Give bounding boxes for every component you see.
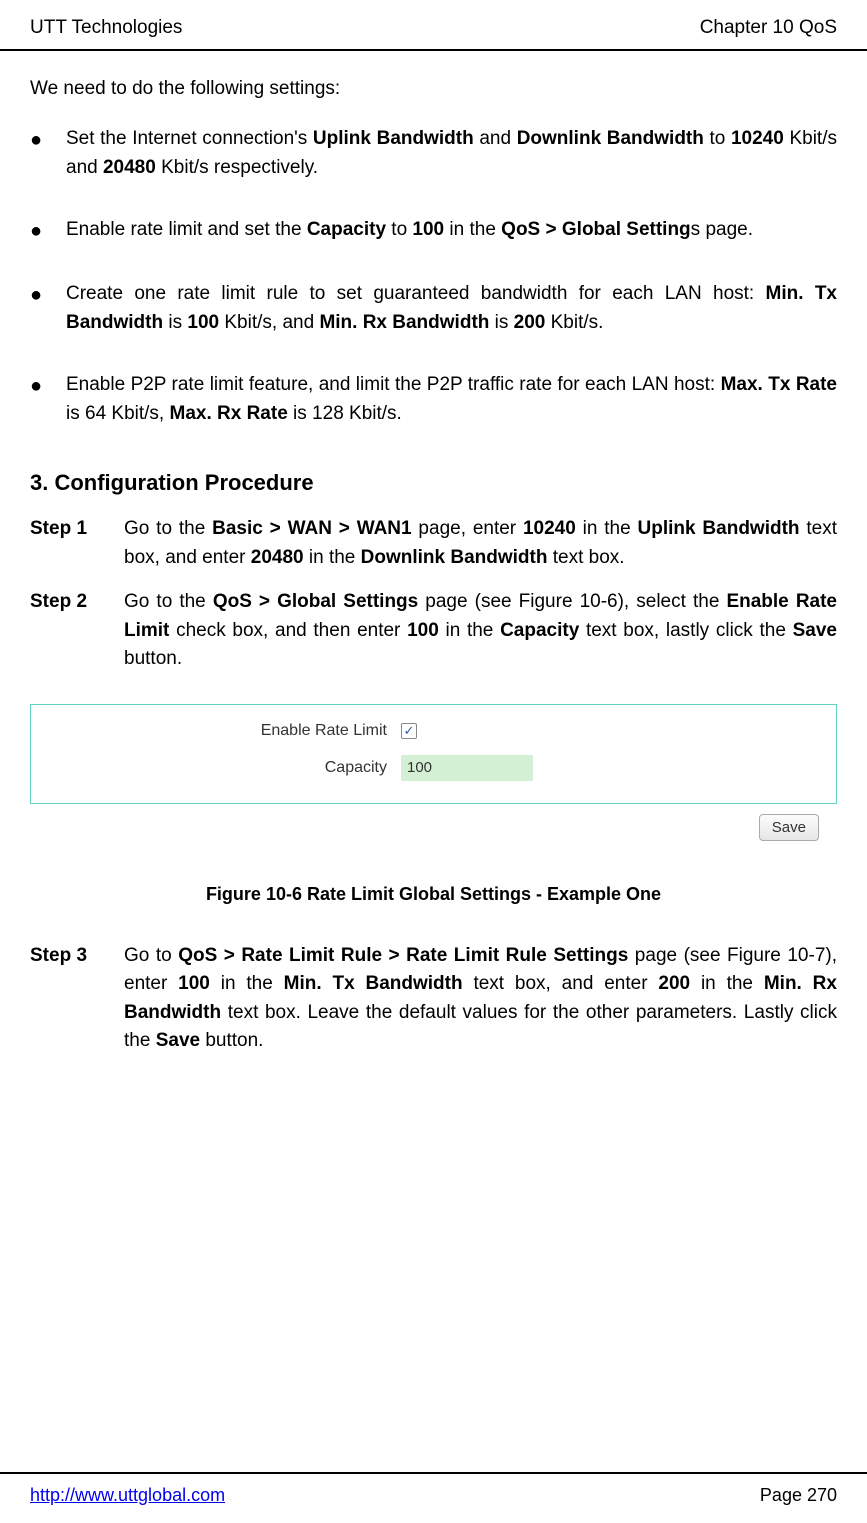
step-1: Step 1 Go to the Basic > WAN > WAN1 page…	[30, 515, 837, 572]
bullet-icon: ●	[30, 216, 66, 246]
bullet-icon: ●	[30, 280, 66, 337]
page-content: We need to do the following settings: ● …	[0, 51, 867, 1056]
list-item-text: Enable P2P rate limit feature, and limit…	[66, 371, 837, 428]
step-label: Step 2	[30, 588, 124, 674]
capacity-row: Capacity	[217, 755, 533, 781]
step-2: Step 2 Go to the QoS > Global Settings p…	[30, 588, 837, 674]
step-label: Step 3	[30, 942, 124, 1056]
section-title: 3. Configuration Procedure	[30, 466, 837, 499]
enable-rate-limit-checkbox[interactable]: ✓	[401, 723, 417, 739]
enable-rate-limit-label: Enable Rate Limit	[217, 719, 401, 743]
checkmark-icon: ✓	[404, 721, 415, 741]
footer-page-number: Page 270	[760, 1482, 837, 1509]
save-button[interactable]: Save	[759, 814, 819, 841]
intro-text: We need to do the following settings:	[30, 75, 837, 104]
list-item: ● Create one rate limit rule to set guar…	[30, 280, 837, 371]
list-item-text: Enable rate limit and set the Capacity t…	[66, 216, 837, 246]
step-body: Go to QoS > Rate Limit Rule > Rate Limit…	[124, 942, 837, 1056]
figure-10-6: Enable Rate Limit ✓ Capacity Save	[30, 704, 837, 841]
bullet-icon: ●	[30, 371, 66, 428]
step-label: Step 1	[30, 515, 124, 572]
capacity-input[interactable]	[401, 755, 533, 781]
list-item: ● Enable P2P rate limit feature, and lim…	[30, 371, 837, 462]
bullet-icon: ●	[30, 125, 66, 182]
step-body: Go to the Basic > WAN > WAN1 page, enter…	[124, 515, 837, 572]
list-item: ● Enable rate limit and set the Capacity…	[30, 216, 837, 280]
list-item: ● Set the Internet connection's Uplink B…	[30, 125, 837, 216]
settings-bullet-list: ● Set the Internet connection's Uplink B…	[30, 125, 837, 462]
figure-caption: Figure 10-6 Rate Limit Global Settings -…	[30, 881, 837, 908]
capacity-label: Capacity	[217, 756, 401, 780]
page-footer: http://www.uttglobal.com Page 270	[0, 1472, 867, 1523]
step-body: Go to the QoS > Global Settings page (se…	[124, 588, 837, 674]
footer-url-link[interactable]: http://www.uttglobal.com	[30, 1482, 225, 1509]
page-header: UTT Technologies Chapter 10 QoS	[0, 0, 867, 51]
header-company: UTT Technologies	[30, 14, 182, 43]
step-3: Step 3 Go to QoS > Rate Limit Rule > Rat…	[30, 942, 837, 1056]
qos-global-settings-form: Enable Rate Limit ✓ Capacity	[30, 704, 837, 804]
save-button-row: Save	[30, 804, 837, 841]
list-item-text: Create one rate limit rule to set guaran…	[66, 280, 837, 337]
enable-rate-limit-row: Enable Rate Limit ✓	[217, 719, 417, 743]
list-item-text: Set the Internet connection's Uplink Ban…	[66, 125, 837, 182]
header-chapter: Chapter 10 QoS	[700, 14, 837, 43]
